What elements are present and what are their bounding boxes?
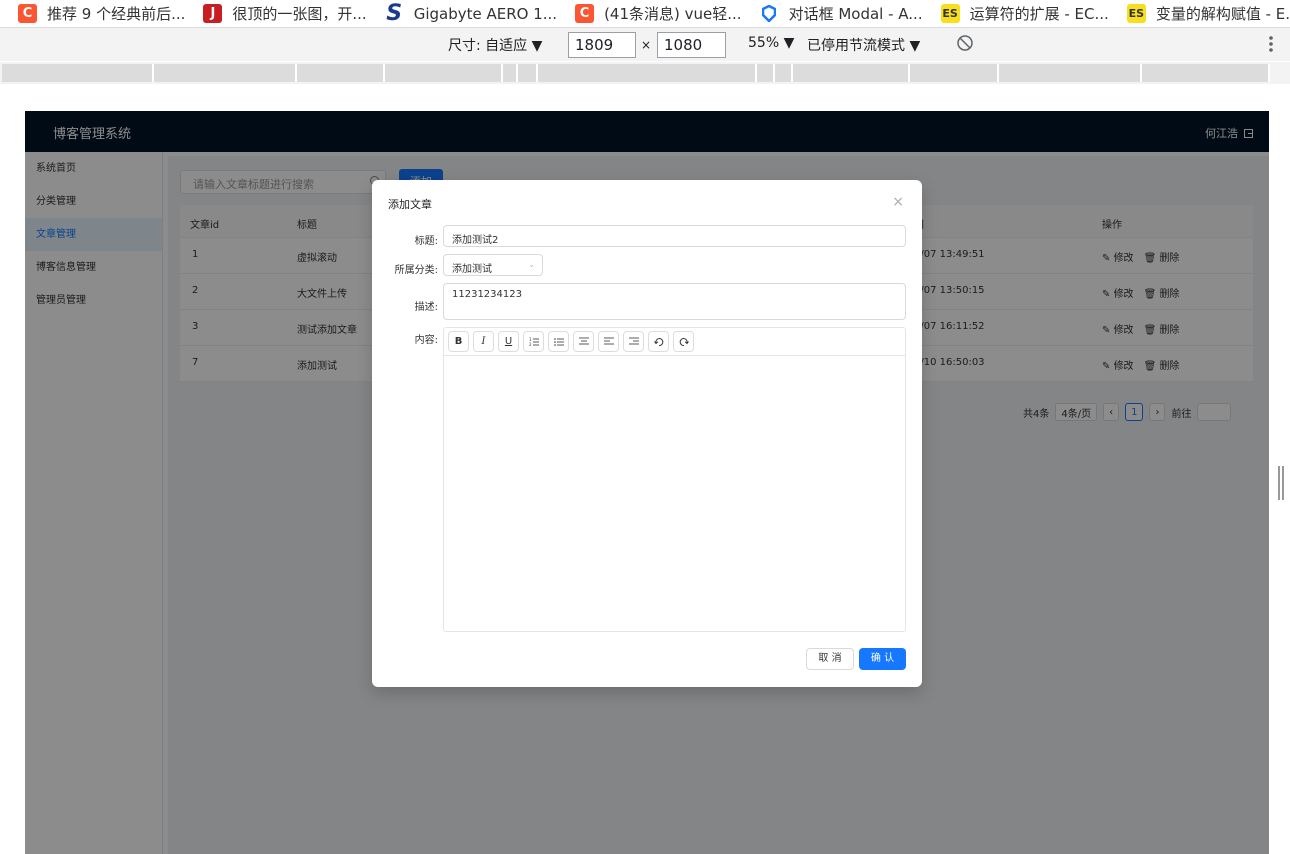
- times-sign: ×: [641, 38, 652, 52]
- italic-icon[interactable]: I: [473, 331, 494, 352]
- bookmark-item[interactable]: ES 变量的解构赋值 - E...: [1109, 4, 1290, 24]
- description-textarea[interactable]: 11231234123: [443, 283, 906, 320]
- bookmark-item[interactable]: ES 运算符的扩展 - EC...: [923, 4, 1109, 24]
- title-label: 标题:: [414, 236, 438, 247]
- svg-text:2: 2: [529, 342, 532, 346]
- content-label: 内容:: [414, 335, 438, 346]
- modal-title: 添加文章: [388, 198, 432, 211]
- category-value: 添加测试: [452, 264, 492, 275]
- juejin-icon: J: [203, 4, 223, 23]
- bookmark-item[interactable]: 对话框 Modal - A...: [742, 4, 923, 24]
- resize-handle[interactable]: [1278, 466, 1284, 500]
- dimensions-dropdown[interactable]: 尺寸: 自适应 ▼: [448, 35, 542, 55]
- es-icon: ES: [1126, 4, 1146, 23]
- csdn-icon: C: [575, 4, 595, 23]
- rotate-icon[interactable]: [956, 34, 974, 56]
- close-icon[interactable]: ×: [892, 194, 904, 210]
- undo-icon[interactable]: [648, 331, 669, 352]
- bookmark-label: (41条消息) vue轻...: [604, 5, 742, 23]
- bookmark-label: 推荐 9 个经典前后...: [47, 5, 186, 23]
- bookmark-item[interactable]: S Gigabyte AERO 1...: [367, 1, 558, 26]
- chevron-down-icon: ⌄: [528, 260, 535, 269]
- csdn-icon: C: [18, 4, 37, 23]
- editor-toolbar: B I U 12: [444, 328, 905, 356]
- throttle-dropdown[interactable]: 已停用节流模式 ▼: [807, 35, 920, 55]
- confirm-button[interactable]: 确 认: [859, 648, 906, 670]
- category-label: 所属分类:: [394, 265, 438, 276]
- bookmarks-bar: C 推荐 9 个经典前后... J 很顶的一张图，开... S Gigabyte AE…: [0, 0, 1290, 27]
- add-article-modal: 添加文章 × 标题: 添加测试2 所属分类: 添加测试 ⌄ 描述: 112312…: [372, 180, 922, 687]
- category-select[interactable]: 添加测试 ⌄: [443, 254, 543, 276]
- underline-icon[interactable]: U: [498, 331, 519, 352]
- align-center-icon[interactable]: [573, 331, 594, 352]
- zoom-dropdown[interactable]: 55% ▼: [748, 35, 794, 51]
- height-input[interactable]: 1080: [657, 32, 726, 58]
- width-input[interactable]: 1809: [568, 32, 636, 58]
- description-label: 描述:: [414, 302, 438, 313]
- gigabyte-icon: S: [386, 1, 403, 26]
- bookmark-label: Gigabyte AERO 1...: [413, 4, 558, 23]
- bookmark-item[interactable]: J 很顶的一张图，开...: [185, 4, 367, 24]
- bookmark-item[interactable]: C 推荐 9 个经典前后...: [0, 4, 185, 24]
- more-options-icon[interactable]: [1268, 34, 1274, 58]
- bookmark-label: 运算符的扩展 - EC...: [969, 5, 1109, 23]
- unordered-list-icon[interactable]: [548, 331, 569, 352]
- align-right-icon[interactable]: [623, 331, 644, 352]
- editor-content-area[interactable]: [444, 356, 905, 631]
- bookmark-label: 很顶的一张图，开...: [232, 5, 367, 23]
- ordered-list-icon[interactable]: 12: [523, 331, 544, 352]
- bookmark-label: 变量的解构赋值 - E...: [1155, 5, 1290, 23]
- bookmark-item[interactable]: C (41条消息) vue轻...: [557, 4, 742, 24]
- device-toolbar: 尺寸: 自适应 ▼ 1809 × 1080 55% ▼ 已停用节流模式 ▼: [0, 27, 1290, 61]
- cancel-button[interactable]: 取 消: [806, 648, 854, 670]
- redo-icon[interactable]: [673, 331, 694, 352]
- es-icon: ES: [940, 4, 960, 23]
- antd-icon: [760, 4, 779, 23]
- rich-text-editor: B I U 12: [443, 327, 906, 632]
- title-input[interactable]: 添加测试2: [443, 225, 906, 247]
- bookmark-label: 对话框 Modal - A...: [788, 5, 923, 23]
- bold-icon[interactable]: B: [448, 331, 469, 352]
- media-query-ruler[interactable]: [0, 62, 1290, 84]
- align-left-icon[interactable]: [598, 331, 619, 352]
